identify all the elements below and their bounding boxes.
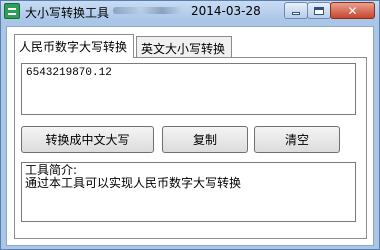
close-button[interactable]: ✕: [330, 2, 375, 19]
close-icon: ✕: [347, 3, 358, 18]
client-area: 人民币数字大写转换 英文大小写转换 6543219870.12 转换成中文大写 …: [6, 26, 374, 246]
convert-button[interactable]: 转换成中文大写: [21, 126, 154, 153]
number-input[interactable]: 6543219870.12: [21, 63, 356, 115]
maximize-icon: [314, 6, 324, 15]
minimize-icon: [292, 12, 300, 15]
minimize-button[interactable]: [284, 2, 308, 19]
tab-panel: 6543219870.12 转换成中文大写 复制 清空 工具简介: 通过本工具可…: [14, 57, 367, 239]
copy-button[interactable]: 复制: [162, 126, 248, 153]
title-bar[interactable]: 大小写转换工具 2014-03-28 ✕: [1, 1, 379, 21]
title-date: 2014-03-28: [191, 4, 261, 18]
app-window: 大小写转换工具 2014-03-28 ✕ 人民币数字大写转换 英文大小写转换 6…: [0, 0, 380, 250]
window-title: 大小写转换工具: [25, 6, 110, 20]
app-icon[interactable]: [4, 3, 20, 19]
info-textarea[interactable]: 工具简介: 通过本工具可以实现人民币数字大写转换: [21, 162, 356, 222]
tab-rmb-uppercase[interactable]: 人民币数字大写转换: [14, 34, 134, 58]
info-text: 通过本工具可以实现人民币数字大写转换: [25, 176, 242, 190]
maximize-button[interactable]: [307, 2, 331, 19]
clear-button[interactable]: 清空: [254, 126, 340, 153]
tab-english-case[interactable]: 英文大小写转换: [136, 36, 232, 57]
redacted-title-text: [113, 7, 183, 14]
